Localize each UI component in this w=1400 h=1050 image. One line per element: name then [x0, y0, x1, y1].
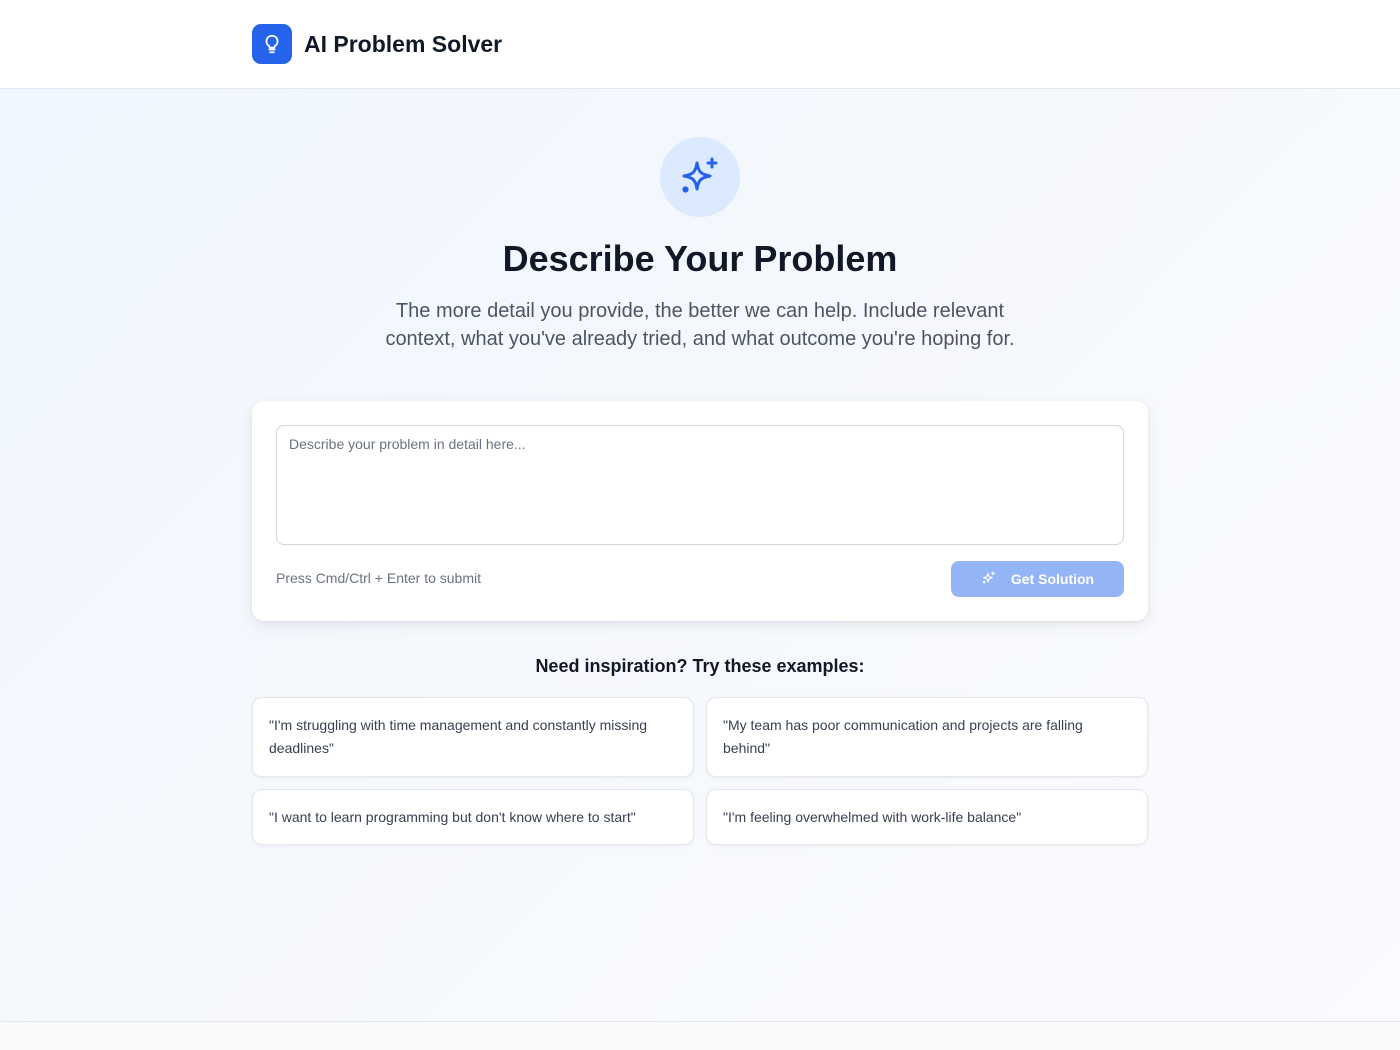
example-card[interactable]: "I'm struggling with time management and… — [252, 697, 694, 777]
example-card[interactable]: "I'm feeling overwhelmed with work-life … — [706, 789, 1148, 845]
example-card[interactable]: "I want to learn programming but don't k… — [252, 789, 694, 845]
app-title: AI Problem Solver — [304, 30, 503, 57]
lightbulb-icon — [252, 24, 292, 64]
problem-input[interactable] — [276, 425, 1124, 545]
problem-form-card: Press Cmd/Ctrl + Enter to submit Get Sol… — [252, 401, 1148, 621]
app-header: AI Problem Solver — [0, 0, 1400, 89]
examples-heading: Need inspiration? Try these examples: — [535, 656, 865, 676]
get-solution-label: Get Solution — [1010, 571, 1095, 587]
sparkles-icon — [981, 570, 997, 589]
footer — [0, 1021, 1400, 1050]
example-card[interactable]: "My team has poor communication and proj… — [706, 697, 1148, 777]
brand[interactable]: AI Problem Solver — [252, 24, 502, 64]
page-title: Describe Your Problem — [502, 238, 898, 279]
sparkles-icon — [660, 137, 740, 217]
get-solution-button[interactable]: Get Solution — [951, 561, 1124, 597]
page-subtitle: The more detail you provide, the better … — [385, 300, 1015, 350]
submit-hint: Press Cmd/Ctrl + Enter to submit — [276, 570, 482, 586]
